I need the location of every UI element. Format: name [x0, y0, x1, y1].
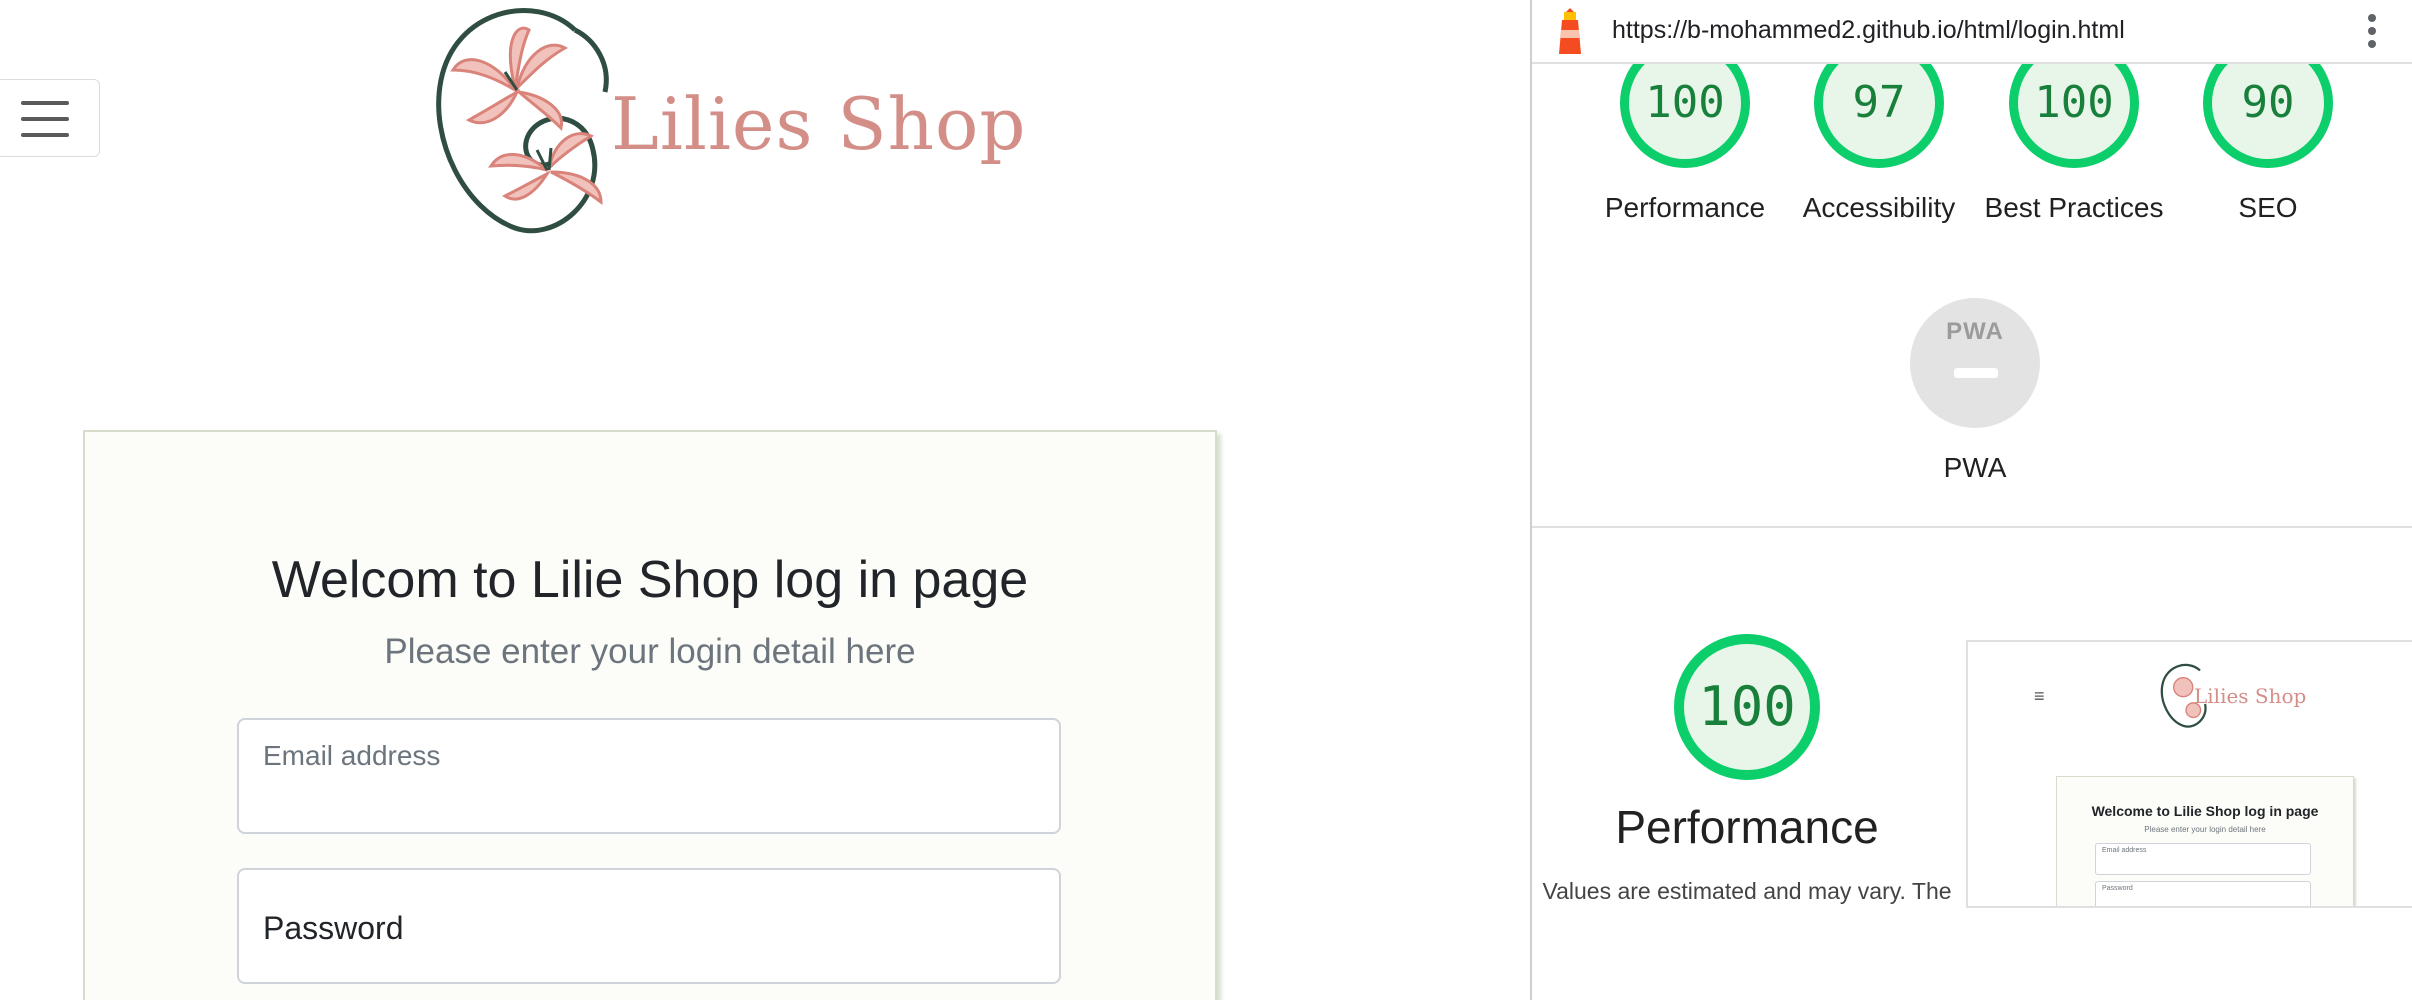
- email-label: Email address: [263, 740, 441, 771]
- pwa-gauge[interactable]: PWA: [1910, 298, 2040, 428]
- best-practices-label: Best Practices: [1984, 192, 2164, 223]
- accessibility-label: Accessibility: [1802, 192, 1956, 223]
- thumbnail-subtitle: Please enter your login detail here: [2144, 825, 2266, 834]
- pwa-label: PWA: [1943, 452, 2007, 483]
- thumbnail-brand: Lilies Shop: [2194, 684, 2307, 708]
- thumbnail-login-card: Welcome to Lilie Shop log in page Please…: [2056, 776, 2354, 906]
- thumbnail-title: Welcome to Lilie Shop log in page: [2091, 803, 2319, 819]
- seo-label: SEO: [2238, 192, 2298, 223]
- thumbnail-hamburger-icon: ≡: [2034, 686, 2045, 706]
- navbar-toggle-button[interactable]: [0, 79, 100, 157]
- login-title: Welcom to Lilie Shop log in page: [271, 551, 1029, 609]
- thumbnail-email-label: Email address: [2102, 847, 2147, 854]
- hamburger-bar: [21, 133, 69, 137]
- performance-large-gauge: 100: [1674, 634, 1820, 780]
- email-field[interactable]: Email address: [237, 718, 1061, 834]
- section-divider: [1532, 526, 2412, 528]
- pwa-dash: [1954, 368, 1998, 378]
- website-viewport: Lilies Shop Welcom to Lilie Shop log in …: [0, 0, 1530, 1000]
- performance-label: Performance: [1604, 192, 1766, 223]
- performance-large-score: 100: [1698, 675, 1796, 738]
- thumbnail-password-label: Password: [2102, 885, 2133, 892]
- lighthouse-icon: [1559, 8, 1581, 54]
- final-screenshot-thumbnail[interactable]: ≡ Lilies Shop Welcome to Lilie Shop log …: [1966, 640, 2412, 908]
- thumbnail-password-field: Password: [2095, 881, 2311, 906]
- thumbnail-email-field: Email address: [2095, 843, 2311, 875]
- password-field[interactable]: Password: [237, 868, 1061, 984]
- hamburger-icon: [21, 101, 69, 105]
- lighthouse-report-panel: https://b-mohammed2.github.io/html/login…: [1530, 0, 2412, 1000]
- report-url[interactable]: https://b-mohammed2.github.io/html/login…: [1612, 16, 2125, 45]
- site-brand-name: Lilies Shop: [611, 82, 1027, 166]
- login-subtitle: Please enter your login detail here: [384, 632, 916, 671]
- report-topbar: https://b-mohammed2.github.io/html/login…: [1532, 0, 2412, 64]
- hamburger-bar: [21, 117, 69, 121]
- pwa-logo-icon: PWA: [1946, 318, 2004, 345]
- kebab-menu-icon[interactable]: [2368, 14, 2376, 53]
- performance-section-title: Performance: [1615, 801, 1879, 853]
- login-card: Welcom to Lilie Shop log in page Please …: [83, 430, 1217, 1000]
- lily-logo-icon: [436, 8, 609, 234]
- site-logo[interactable]: Lilies Shop: [425, 0, 1025, 250]
- password-label: Password: [263, 910, 404, 946]
- performance-description: Values are estimated and may vary. The: [1542, 878, 1952, 904]
